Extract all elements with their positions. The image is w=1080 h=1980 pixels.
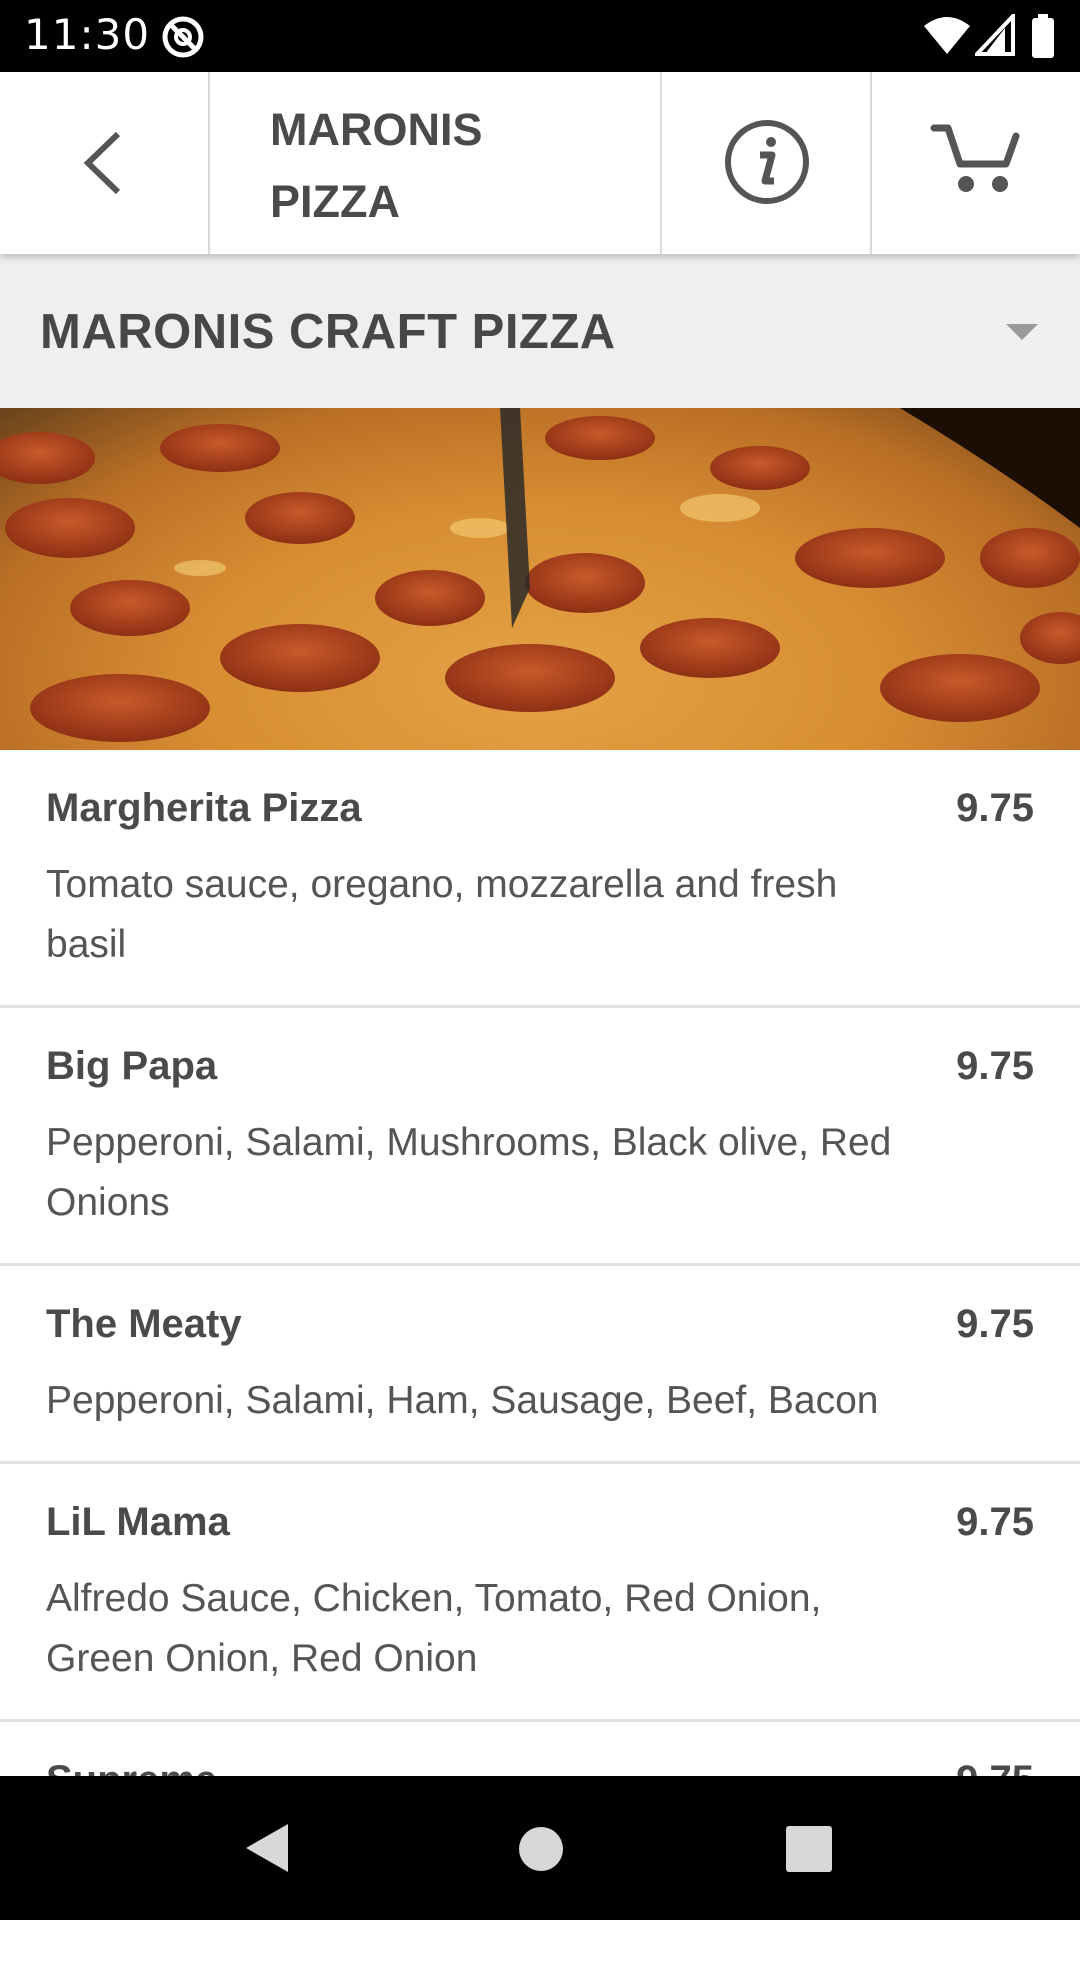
item-description: Pepperoni, Salami, Mushrooms, Black oliv… [46,1121,892,1224]
item-price: 9.75 [956,786,1034,830]
item-description: Alfredo Sauce, Chicken, Tomato, Red Onio… [46,1577,822,1680]
item-price: 9.75 [956,1500,1034,1544]
restaurant-title: MARONIS PIZZA [270,104,483,227]
chevron-left-icon [83,131,121,195]
item-name: LiL Mama [46,1500,230,1544]
back-button[interactable] [0,72,208,254]
battery-icon [1032,14,1054,58]
menu-item[interactable]: Big Papa 9.75 Pepperoni, Salami, Mushroo… [0,1008,1080,1266]
item-name: The Meaty [46,1302,242,1346]
cell-signal-icon [975,14,1015,56]
vpn-at-icon [162,16,204,58]
item-price: 9.75 [956,1044,1034,1088]
category-label: MARONIS CRAFT PIZZA [40,305,616,359]
system-navigation-bar [0,1776,1080,1920]
status-bar: 11:30 [0,0,1080,72]
item-name: Big Papa [46,1044,218,1088]
menu-item[interactable]: The Meaty 9.75 Pepperoni, Salami, Ham, S… [0,1266,1080,1464]
item-price: 9.75 [956,1302,1034,1346]
nav-back-icon[interactable] [244,1822,290,1874]
divider [208,72,210,254]
cart-icon [930,124,1020,192]
dropdown-arrow-icon [1006,324,1038,340]
item-name: Margherita Pizza [46,786,362,830]
pizza-illustration [0,408,1080,750]
top-app-bar: MARONIS PIZZA [0,72,1080,254]
menu-item[interactable]: Margherita Pizza 9.75 Tomato sauce, oreg… [0,750,1080,1008]
category-hero-image [0,408,1080,750]
status-time: 11:30 [24,10,151,59]
cart-button[interactable] [872,72,1080,254]
wifi-icon [924,17,970,54]
category-dropdown[interactable]: MARONIS CRAFT PIZZA [0,254,1080,408]
info-icon [725,120,809,204]
info-button[interactable] [662,72,870,254]
item-description: Pepperoni, Salami, Ham, Sausage, Beef, B… [46,1379,879,1422]
item-description: Tomato sauce, oregano, mozzarella and fr… [46,863,838,966]
nav-recents-icon[interactable] [786,1826,832,1872]
nav-home-icon[interactable] [518,1826,564,1872]
menu-item[interactable]: LiL Mama 9.75 Alfredo Sauce, Chicken, To… [0,1464,1080,1722]
